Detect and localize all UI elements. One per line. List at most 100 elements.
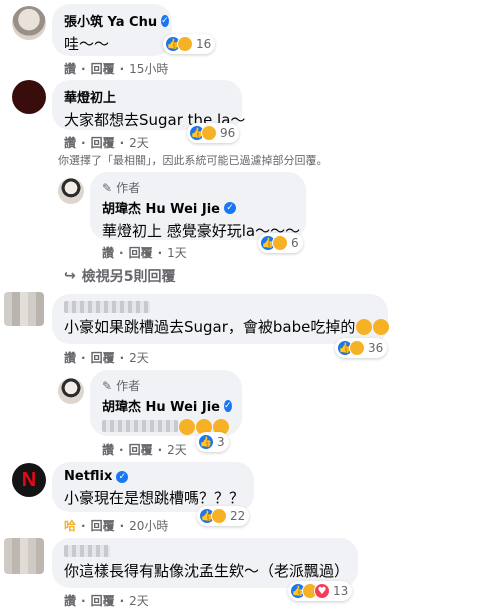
avatar[interactable]: [4, 538, 44, 574]
commenter-name[interactable]: 胡瑋杰 Hu Wei Jie ✓: [102, 396, 232, 415]
reaction-summary[interactable]: 👍 ♥ 13: [288, 581, 353, 601]
comment-actions: 讚 · 回覆 · 2天: [102, 441, 187, 458]
haha-reaction-icon: [349, 340, 365, 356]
love-reaction-icon: ♥: [314, 583, 330, 599]
like-button[interactable]: 讚: [64, 134, 76, 151]
haha-reaction-icon: [201, 125, 217, 141]
avatar[interactable]: [12, 80, 46, 114]
reply-button[interactable]: 回覆: [91, 517, 115, 534]
laughing-emoji-icon: [356, 319, 373, 335]
commenter-name[interactable]: [64, 301, 376, 313]
comment-actions: 讚 · 回覆 · 1天: [102, 244, 187, 261]
like-button[interactable]: 讚: [64, 60, 76, 77]
timestamp[interactable]: 2天: [167, 441, 187, 458]
reply-button[interactable]: 回覆: [91, 349, 115, 366]
reaction-summary[interactable]: 👍 22: [197, 506, 250, 526]
comment-bubble: Netflix ✓ 小豪現在是想跳槽嗎？？？: [52, 462, 254, 512]
avatar[interactable]: [58, 378, 84, 404]
reply-button[interactable]: 回覆: [91, 60, 115, 77]
comment-actions: 讚 · 回覆 · 2天: [64, 134, 149, 151]
timestamp[interactable]: 2天: [129, 349, 149, 366]
reply-button[interactable]: 回覆: [91, 134, 115, 151]
timestamp[interactable]: 15小時: [129, 60, 168, 77]
separator: ·: [81, 61, 86, 76]
separator: ·: [119, 442, 124, 457]
reply-arrow-icon: ↪: [64, 268, 76, 284]
comment-actions: 哈 · 回覆 · 20小時: [64, 517, 168, 534]
commenter-name-text: Netflix: [64, 469, 113, 484]
reaction-count: 36: [368, 341, 384, 355]
reaction-summary[interactable]: 👍 6: [258, 233, 303, 253]
comment-bubble: ✎ 作者 胡瑋杰 Hu Wei Jie ✓ 華燈初上 感覺豪好玩la～～～: [90, 172, 306, 240]
haha-button[interactable]: 哈: [64, 517, 76, 534]
haha-reaction-icon: [177, 36, 193, 52]
author-badge-label: 作者: [116, 379, 141, 393]
separator: ·: [119, 593, 125, 608]
reaction-count: 22: [230, 509, 246, 523]
reaction-count: 96: [220, 126, 236, 140]
netflix-logo-avatar[interactable]: N: [12, 463, 46, 497]
like-button[interactable]: 讚: [64, 592, 76, 609]
comment-text: 哇～～: [64, 35, 110, 53]
redacted-name: [64, 301, 150, 313]
reaction-summary[interactable]: 👍 3: [196, 432, 229, 452]
commenter-name[interactable]: 張小筑 Ya Chu ✓: [64, 11, 169, 30]
separator: ·: [119, 135, 125, 150]
like-button[interactable]: 讚: [102, 441, 114, 458]
like-reaction-icon: 👍: [198, 434, 214, 450]
avatar[interactable]: [58, 178, 84, 204]
reaction-summary[interactable]: 👍 36: [335, 338, 388, 358]
timestamp[interactable]: 2天: [129, 592, 149, 609]
comment-actions: 讚 · 回覆 · 2天: [64, 349, 149, 366]
reply-button[interactable]: 回覆: [129, 244, 153, 261]
comment-bubble: 張小筑 Ya Chu ✓ 哇～～: [52, 4, 172, 56]
commenter-name-text: 張小筑 Ya Chu: [64, 15, 158, 30]
reaction-count: 16: [196, 37, 212, 51]
haha-reaction-icon: [211, 508, 227, 524]
commenter-name[interactable]: [64, 545, 346, 557]
verified-icon: ✓: [223, 201, 236, 214]
commenter-name[interactable]: 胡瑋杰 Hu Wei Jie ✓: [102, 198, 294, 217]
avatar[interactable]: [12, 6, 46, 40]
reaction-count: 6: [291, 236, 299, 250]
author-badge: ✎ 作者: [102, 179, 294, 196]
commenter-name-text: 華燈初上: [64, 91, 117, 106]
view-more-label: 檢視另5則回覆: [81, 269, 176, 285]
like-button[interactable]: 讚: [64, 349, 76, 366]
view-more-replies[interactable]: ↪ 檢視另5則回覆: [64, 266, 175, 286]
comment-text: 你這樣長得有點像沈孟生欸～（老派飄過）: [64, 562, 350, 580]
reaction-summary[interactable]: 👍 16: [163, 34, 216, 54]
reply-button[interactable]: 回覆: [129, 441, 153, 458]
reaction-summary[interactable]: 👍 96: [187, 123, 240, 143]
comment-bubble: ✎ 作者 胡瑋杰 Hu Wei Jie ✓: [90, 370, 242, 436]
avatar[interactable]: [4, 292, 44, 326]
redacted-text: [102, 420, 178, 432]
separator: ·: [119, 518, 125, 533]
separator: ·: [157, 245, 163, 260]
separator: ·: [119, 245, 124, 260]
filter-note: 你選擇了「最相關」，因此系統可能已過濾掉部分回覆。: [58, 154, 328, 167]
verified-icon: ✓: [223, 399, 232, 412]
like-button[interactable]: 讚: [102, 244, 114, 261]
timestamp[interactable]: 2天: [129, 134, 149, 151]
timestamp[interactable]: 20小時: [129, 517, 168, 534]
comment-actions: 讚 · 回覆 · 2天: [64, 592, 149, 609]
comment-bubble: 小豪如果跳槽過去Sugar，會被babe吃掉的: [52, 294, 390, 344]
separator: ·: [157, 442, 163, 457]
comment-text: 小豪如果跳槽過去Sugar，會被babe吃掉的: [64, 316, 390, 337]
timestamp[interactable]: 1天: [167, 244, 187, 261]
commenter-name[interactable]: Netflix ✓: [64, 469, 242, 484]
verified-icon: ✓: [116, 470, 129, 483]
commenter-name-text: 胡瑋杰 Hu Wei Jie: [102, 202, 220, 217]
separator: ·: [81, 518, 86, 533]
comment-text: 小豪現在是想跳槽嗎？？？: [64, 489, 245, 507]
separator: ·: [81, 593, 86, 608]
reply-button[interactable]: 回覆: [91, 592, 115, 609]
commenter-name-text: 胡瑋杰 Hu Wei Jie: [102, 400, 220, 415]
reaction-count: 13: [333, 584, 349, 598]
commenter-name[interactable]: 華燈初上: [64, 87, 230, 106]
separator: ·: [81, 350, 86, 365]
reaction-count: 3: [217, 435, 225, 449]
separator: ·: [119, 350, 125, 365]
pen-icon: ✎: [102, 378, 113, 393]
